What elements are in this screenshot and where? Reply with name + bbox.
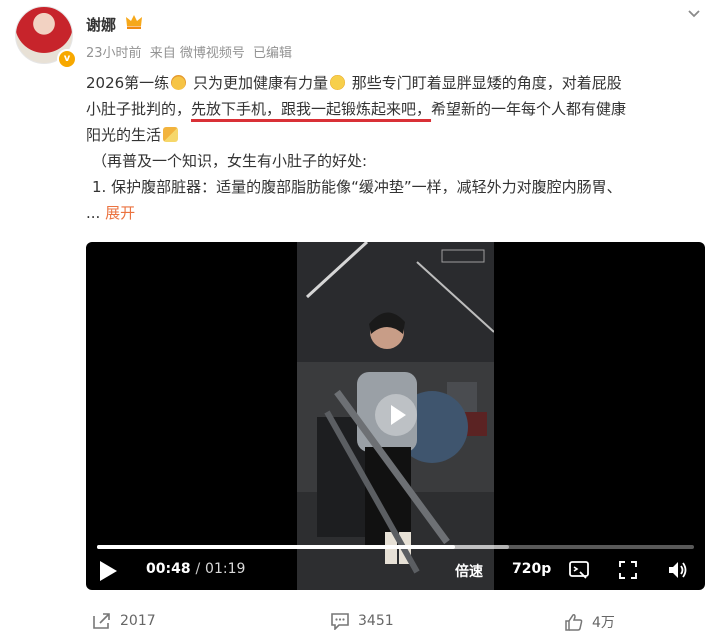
edited-label: 已编辑 (252, 46, 292, 61)
smile-emoji-icon (329, 75, 345, 90)
subtitle-icon[interactable] (568, 559, 590, 581)
post-text-line: 小肚子批判的，先放下手机，跟我一起锻炼起来吧，希望新的一年每个人都有健康 (86, 100, 627, 118)
post-text: 2026第一练 只为更加健康有力量 那些专门盯着显胖显矮的角度，对着屁股 小肚子… (86, 70, 706, 226)
username[interactable]: 谢娜 (86, 14, 116, 35)
total-time: 01:19 (205, 561, 246, 577)
share-icon (93, 613, 110, 629)
expand-link[interactable]: 展开 (105, 204, 135, 222)
action-bar: 2017 3451 4万 (0, 604, 720, 640)
face-emoji-icon (171, 75, 187, 90)
center-play-button[interactable] (375, 394, 417, 436)
time-separator: / (195, 561, 201, 577)
comment-count: 3451 (358, 613, 394, 629)
speed-button[interactable]: 倍速 (455, 561, 483, 581)
comment-button[interactable]: 3451 (330, 612, 394, 630)
post-text-line: 1. 保护腹部脏器：适量的腹部脂肪能像“缓冲垫”一样，减轻外力对腹腔内肠胃、 (92, 178, 622, 196)
current-time: 00:48 (146, 561, 191, 577)
post-source[interactable]: 来自 微博视频号 (150, 46, 245, 61)
thumbs-up-icon (565, 614, 583, 631)
chevron-down-icon[interactable] (686, 8, 702, 20)
play-icon (391, 405, 406, 425)
played-bar (97, 545, 456, 549)
quality-button[interactable]: 720p (512, 561, 551, 577)
post-text-line: 阳光的生活 (86, 122, 706, 148)
video-player[interactable]: 00:48 / 01:19 倍速 720p (86, 242, 705, 590)
fullscreen-icon[interactable] (617, 559, 639, 581)
post-time[interactable]: 23小时前 (86, 46, 142, 61)
crown-icon (126, 15, 142, 29)
cheers-emoji-icon (163, 127, 179, 142)
play-icon[interactable] (98, 560, 118, 582)
post-text-line: 2026第一练 只为更加健康有力量 那些专门盯着显胖显矮的角度，对着屁股 (86, 74, 622, 92)
like-button[interactable]: 4万 (564, 612, 615, 632)
post-meta: 23小时前 来自 微博视频号 已编辑 (86, 42, 296, 61)
share-count: 2017 (120, 613, 156, 629)
post-text-line: （再普及一个知识，女生有小肚子的好处: (92, 152, 368, 170)
time-display: 00:48 / 01:19 (146, 561, 245, 577)
like-count: 4万 (592, 615, 615, 631)
highlighted-text: 先放下手机，跟我一起锻炼起来吧， (191, 100, 432, 118)
progress-bar[interactable] (97, 545, 694, 549)
share-button[interactable]: 2017 (92, 612, 156, 630)
video-controls: 00:48 / 01:19 倍速 720p (86, 542, 705, 590)
weibo-post: v 谢娜 23小时前 来自 微博视频号 已编辑 2026第一练 只为更加健康有力… (0, 0, 720, 643)
verified-badge-icon: v (57, 49, 77, 69)
volume-icon[interactable] (666, 559, 688, 581)
post-text-line: ... 展开 (86, 204, 136, 222)
comment-icon (331, 613, 349, 630)
